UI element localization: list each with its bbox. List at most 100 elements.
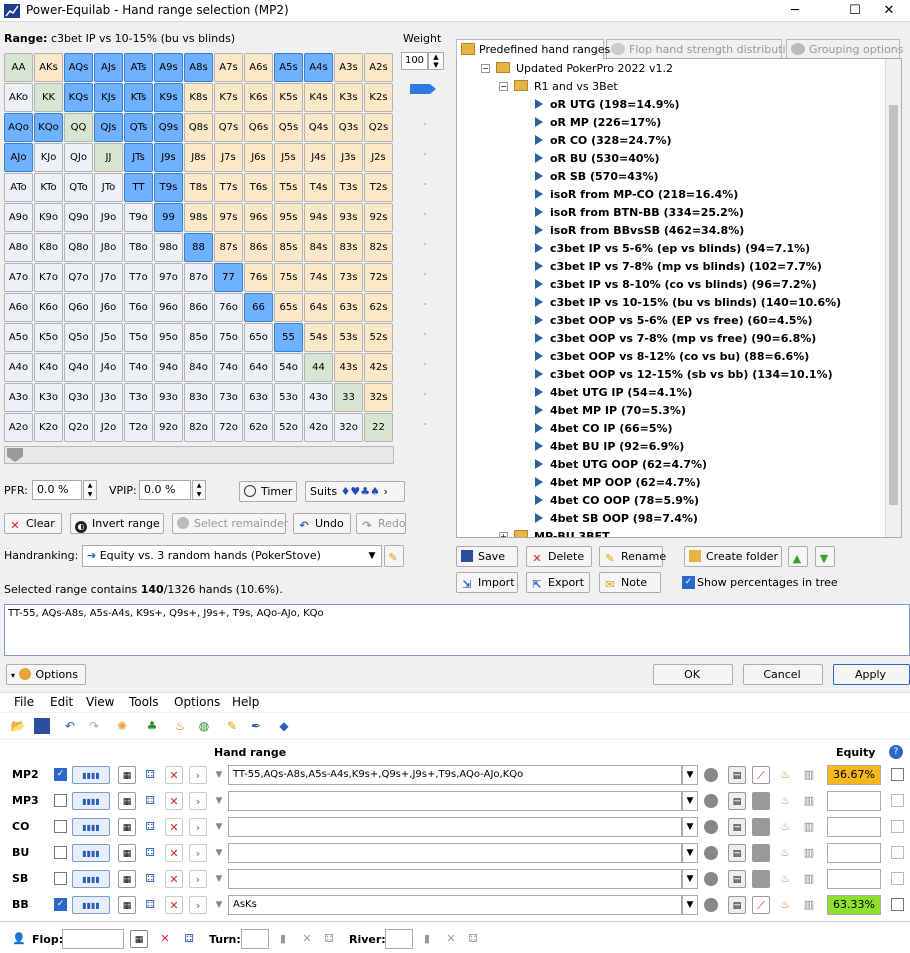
hand-cell[interactable]: 66 [244, 293, 273, 322]
hand-cell[interactable]: 42s [364, 353, 393, 382]
hand-cell[interactable]: K7o [34, 263, 63, 292]
tree-item[interactable]: isoR from BTN-BB (334=25.2%) [535, 204, 744, 222]
move-down-button[interactable]: ▼ [815, 546, 835, 567]
hand-cell[interactable]: T5s [274, 173, 303, 202]
hand-cell[interactable]: AJo [4, 143, 33, 172]
hand-cell[interactable]: T2s [364, 173, 393, 202]
hand-cell[interactable]: 72o [214, 413, 243, 442]
hand-cell[interactable]: 84o [184, 353, 213, 382]
go-arrow-icon[interactable]: › [189, 870, 207, 888]
clear-turn-icon[interactable]: ✕ [298, 930, 316, 948]
hand-cell[interactable]: 42o [304, 413, 333, 442]
hand-cell[interactable]: T9s [154, 173, 183, 202]
fire-icon[interactable]: ♨ [776, 766, 794, 784]
hand-cell[interactable]: T7s [214, 173, 243, 202]
hand-cell[interactable]: 62s [364, 293, 393, 322]
clear-button[interactable]: ✕ Clear [4, 513, 62, 534]
card-picker-icon[interactable]: ▮ [418, 930, 436, 948]
hand-cell[interactable]: 97s [214, 203, 243, 232]
hand-cell[interactable]: JJ [94, 143, 123, 172]
hand-cell[interactable]: AKo [4, 83, 33, 112]
tree-item[interactable]: c3bet OOP vs 12-15% (sb vs bb) (134=10.1… [535, 366, 833, 384]
hand-cell[interactable]: J8o [94, 233, 123, 262]
hand-cell[interactable]: J7s [214, 143, 243, 172]
hand-cell[interactable]: A7s [214, 53, 243, 82]
random-hand-icon[interactable]: ⚃ [141, 896, 159, 914]
hand-cell[interactable]: 43s [334, 353, 363, 382]
range-dropdown[interactable]: ▼ [682, 817, 698, 837]
tree-folder[interactable]: − R1 and vs 3Bet [499, 78, 618, 96]
hand-cell[interactable]: 95o [154, 323, 183, 352]
range-bar-icon[interactable]: ▮▮▮▮ [72, 792, 110, 810]
random-hand-icon[interactable]: ⚃ [141, 870, 159, 888]
menu-tools[interactable]: Tools [129, 695, 159, 709]
hand-cell[interactable]: K7s [214, 83, 243, 112]
hand-cell[interactable]: KJs [94, 83, 123, 112]
hand-cell[interactable]: Q6o [64, 293, 93, 322]
hand-cell[interactable]: K4s [304, 83, 333, 112]
hand-cell[interactable]: T4s [304, 173, 333, 202]
hand-cell[interactable]: K6s [244, 83, 273, 112]
menu-help[interactable]: Help [232, 695, 259, 709]
collapse-icon[interactable]: − [481, 64, 490, 73]
hand-cell[interactable]: 65s [274, 293, 303, 322]
player-checkbox[interactable] [54, 794, 67, 807]
hand-cell[interactable]: J2o [94, 413, 123, 442]
hand-cell[interactable]: T3s [334, 173, 363, 202]
hand-cell[interactable]: A4s [304, 53, 333, 82]
hand-cell[interactable]: J3o [94, 383, 123, 412]
menu-view[interactable]: View [86, 695, 114, 709]
hand-range-input[interactable] [228, 843, 682, 863]
hand-cell[interactable]: A2s [364, 53, 393, 82]
hand-cell[interactable]: A8o [4, 233, 33, 262]
clear-range-icon[interactable]: ✕ [165, 818, 183, 836]
hand-cell[interactable]: T6s [244, 173, 273, 202]
clear-range-icon[interactable]: ✕ [165, 844, 183, 862]
hand-cell[interactable]: J3s [334, 143, 363, 172]
tree-item[interactable]: 4bet BU IP (92=6.9%) [535, 438, 684, 456]
hand-cell[interactable]: K5s [274, 83, 303, 112]
clear-flop-icon[interactable]: ✕ [156, 930, 174, 948]
tree-item[interactable]: c3bet IP vs 10-15% (bu vs blinds) (140=1… [535, 294, 841, 312]
hand-range-input[interactable] [228, 791, 682, 811]
hand-cell[interactable]: A8s [184, 53, 213, 82]
hand-cell[interactable]: T8s [184, 173, 213, 202]
show-percentages-checkbox[interactable]: ✓ [682, 576, 695, 589]
tree-scrollbar[interactable] [885, 59, 901, 537]
hand-cell[interactable]: 53o [274, 383, 303, 412]
random-hand-icon[interactable]: ⚃ [141, 792, 159, 810]
hand-cell[interactable]: A6s [244, 53, 273, 82]
hand-cell[interactable]: K3o [34, 383, 63, 412]
row-checkbox[interactable] [891, 768, 904, 781]
options-icon[interactable]: ✺ [114, 718, 130, 734]
tree-item[interactable]: 4bet UTG OOP (62=4.7%) [535, 456, 707, 474]
tree-item[interactable]: isoR from MP-CO (218=16.4%) [535, 186, 738, 204]
card-picker-icon[interactable]: ▮ [274, 930, 292, 948]
tree-item[interactable]: oR UTG (198=14.9%) [535, 96, 680, 114]
river-input[interactable] [385, 929, 413, 949]
hand-cell[interactable]: J5o [94, 323, 123, 352]
note-button[interactable]: ✉ Note [599, 572, 661, 593]
hand-cell[interactable]: J7o [94, 263, 123, 292]
hand-cell[interactable]: QJo [64, 143, 93, 172]
fire-icon[interactable]: ♨ [776, 792, 794, 810]
hand-cell[interactable]: QTs [124, 113, 153, 142]
tab-grouping-options[interactable]: Grouping options [786, 39, 904, 59]
hand-cell[interactable]: 22 [364, 413, 393, 442]
hand-cell[interactable]: T9o [124, 203, 153, 232]
range-dropdown[interactable]: ▼ [682, 869, 698, 889]
hand-cell[interactable]: 32s [364, 383, 393, 412]
create-folder-button[interactable]: Create folder [684, 546, 782, 567]
hand-cell[interactable]: K6o [34, 293, 63, 322]
stats-icon[interactable]: ▤ [728, 818, 746, 836]
tree-icon[interactable]: ♣ [144, 718, 160, 734]
move-up-button[interactable]: ▲ [788, 546, 808, 567]
hand-cell[interactable]: 55 [274, 323, 303, 352]
graph-icon[interactable]: ⟋ [752, 766, 770, 784]
clear-range-icon[interactable]: ✕ [165, 766, 183, 784]
hand-cell[interactable]: K5o [34, 323, 63, 352]
hand-cell[interactable]: K4o [34, 353, 63, 382]
hand-range-input[interactable]: AsKs [228, 895, 682, 915]
hand-cell[interactable]: K9o [34, 203, 63, 232]
player-checkbox[interactable] [54, 846, 67, 859]
